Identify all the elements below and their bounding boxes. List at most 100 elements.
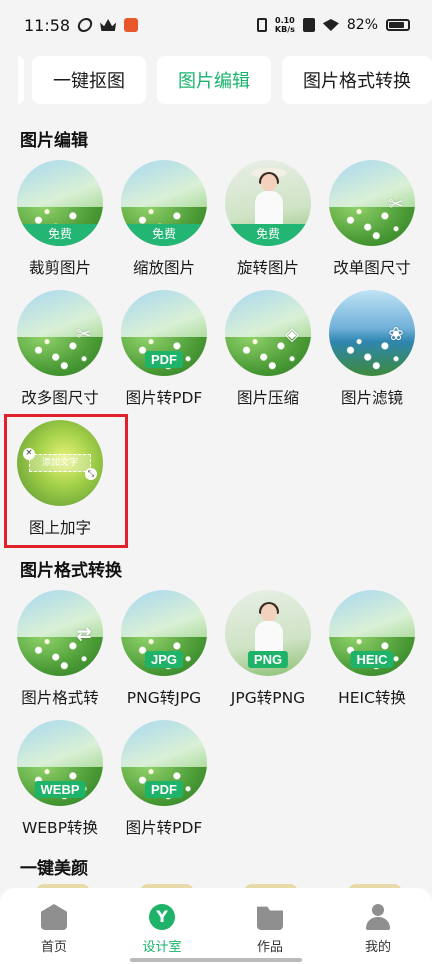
layers-icon: ◈: [285, 324, 299, 346]
format-badge: PDF: [145, 351, 183, 368]
text-overlay-box: 添加文字: [29, 454, 91, 472]
nav-label: 我的: [364, 940, 391, 955]
status-bar: 11:58 0.10 KB/s 82%: [0, 0, 432, 50]
section-title-beauty: 一键美颜: [20, 859, 88, 879]
tool-add-text-thumbnail: × 添加文字 ⤡: [17, 420, 103, 506]
crown-icon: [100, 19, 117, 31]
home-indicator[interactable]: [130, 958, 302, 962]
scissors-icon: ✂: [388, 194, 404, 216]
tool-label: 图片转PDF: [125, 819, 203, 837]
folder-icon: [257, 906, 283, 930]
nav-profile[interactable]: 我的: [333, 904, 423, 955]
nav-works[interactable]: 作品: [225, 904, 315, 955]
tool-format-convert-thumbnail: ⇄: [17, 590, 103, 676]
tool-heic-convert-thumbnail: HEIC: [329, 590, 415, 676]
tool-crop[interactable]: 免费 裁剪图片: [8, 160, 112, 278]
tool-jpg-to-png-thumbnail: PNG: [225, 590, 311, 676]
tool-format-convert[interactable]: ⇄ 图片格式转: [8, 590, 112, 708]
category-tabs: 一键抠图 图片编辑 图片格式转换: [0, 56, 432, 106]
profile-icon: [365, 904, 391, 930]
app-notification-icon: [76, 18, 94, 32]
section-title-format: 图片格式转换: [20, 561, 122, 581]
tool-label: 图片转PDF: [125, 389, 203, 407]
tool-resize-thumbnail: 免费: [121, 160, 207, 246]
tool-compress-thumbnail: ◈: [225, 290, 311, 376]
tool-rotate-thumbnail: 免费: [225, 160, 311, 246]
format-badge: HEIC: [350, 651, 394, 668]
portrait-head: [261, 174, 277, 192]
nav-label: 设计室: [142, 940, 182, 955]
tool-add-text[interactable]: × 添加文字 ⤡ 图上加字: [8, 420, 112, 538]
portrait-head: [261, 604, 277, 622]
tool-png-to-jpg[interactable]: JPG PNG转JPG: [112, 590, 216, 708]
convert-icon: ⇄: [76, 624, 92, 646]
tool-resize[interactable]: 免费 缩放图片: [112, 160, 216, 278]
tool-webp-convert-thumbnail: WEBP: [17, 720, 103, 806]
tool-label: 改单图尺寸: [333, 259, 411, 277]
section-title-edit: 图片编辑: [20, 131, 88, 151]
status-left: 11:58: [24, 15, 139, 35]
network-speed-unit: KB/s: [274, 25, 295, 34]
network-speed-value: 0.10: [275, 16, 295, 25]
no-sim-icon: [302, 18, 315, 32]
tool-label: PNG转JPG: [126, 689, 202, 707]
tool-image-to-pdf-thumbnail: PDF: [121, 290, 207, 376]
format-badge: PDF: [145, 781, 183, 798]
tool-image-to-pdf[interactable]: PDF 图片转PDF: [112, 290, 216, 408]
free-badge: 免费: [17, 224, 103, 246]
nav-label: 首页: [40, 940, 67, 955]
network-speed: 0.10 KB/s: [275, 16, 295, 34]
profile-icon-head: [372, 904, 384, 916]
tool-multi-size[interactable]: ✂ 改多图尺寸: [8, 290, 112, 408]
format-badge: PNG: [247, 651, 289, 668]
app-badge-icon: [124, 18, 139, 32]
tool-compress[interactable]: ◈ 图片压缩: [216, 290, 320, 408]
tool-jpg-to-png[interactable]: PNG JPG转PNG: [216, 590, 320, 708]
nav-home[interactable]: 首页: [9, 904, 99, 955]
tool-heic-convert[interactable]: HEIC HEIC转换: [320, 590, 424, 708]
tool-label: HEIC转换: [338, 689, 406, 707]
nav-design-room[interactable]: 设计室: [117, 904, 207, 955]
tool-webp-convert[interactable]: WEBP WEBP转换: [8, 720, 112, 838]
format-badge: WEBP: [34, 781, 86, 798]
tool-png-to-jpg-thumbnail: JPG: [121, 590, 207, 676]
tool-filter[interactable]: ❀ 图片滤镜: [320, 290, 424, 408]
tool-label: 图上加字: [28, 519, 91, 537]
tool-label: 裁剪图片: [28, 259, 91, 277]
tool-label: WEBP转换: [21, 819, 99, 837]
tool-image-to-pdf-2[interactable]: PDF 图片转PDF: [112, 720, 216, 838]
tool-filter-thumbnail: ❀: [329, 290, 415, 376]
bottom-navigation: 首页 设计室 作品 我的: [0, 888, 432, 964]
tool-label: 图片压缩: [236, 389, 299, 407]
free-badge: 免费: [225, 224, 311, 246]
free-badge: 免费: [121, 224, 207, 246]
vibrate-icon: [256, 18, 267, 32]
nav-label: 作品: [256, 940, 283, 955]
resize-icon: ⤡: [85, 468, 97, 480]
format-badge: JPG: [144, 651, 184, 668]
battery-percent: 82%: [346, 17, 378, 33]
tool-crop-thumbnail: 免费: [17, 160, 103, 246]
tool-label: 旋转图片: [236, 259, 299, 277]
tool-label: 改多图尺寸: [21, 389, 99, 407]
tool-single-size-thumbnail: ✂: [329, 160, 415, 246]
tool-label: 图片滤镜: [340, 389, 403, 407]
tool-single-size[interactable]: ✂ 改单图尺寸: [320, 160, 424, 278]
tool-label: JPG转PNG: [230, 689, 306, 707]
tab-format-convert[interactable]: 图片格式转换: [282, 56, 432, 104]
design-room-icon: [149, 904, 175, 930]
tool-rotate[interactable]: 免费 旋转图片: [216, 160, 320, 278]
tab-cutout[interactable]: 一键抠图: [32, 56, 146, 104]
tool-label: 图片格式转: [21, 689, 99, 707]
tab-image-edit[interactable]: 图片编辑: [157, 56, 271, 104]
wifi-icon: [322, 19, 339, 31]
tool-multi-size-thumbnail: ✂: [17, 290, 103, 376]
tab-previous-edge[interactable]: [18, 56, 24, 104]
status-time: 11:58: [24, 15, 71, 35]
profile-icon-body: [366, 917, 390, 930]
home-icon: [41, 904, 67, 930]
battery-icon: [386, 19, 410, 31]
scissors-icon: ✂: [76, 324, 92, 346]
tool-image-to-pdf-2-thumbnail: PDF: [121, 720, 207, 806]
tool-label: 缩放图片: [132, 259, 195, 277]
